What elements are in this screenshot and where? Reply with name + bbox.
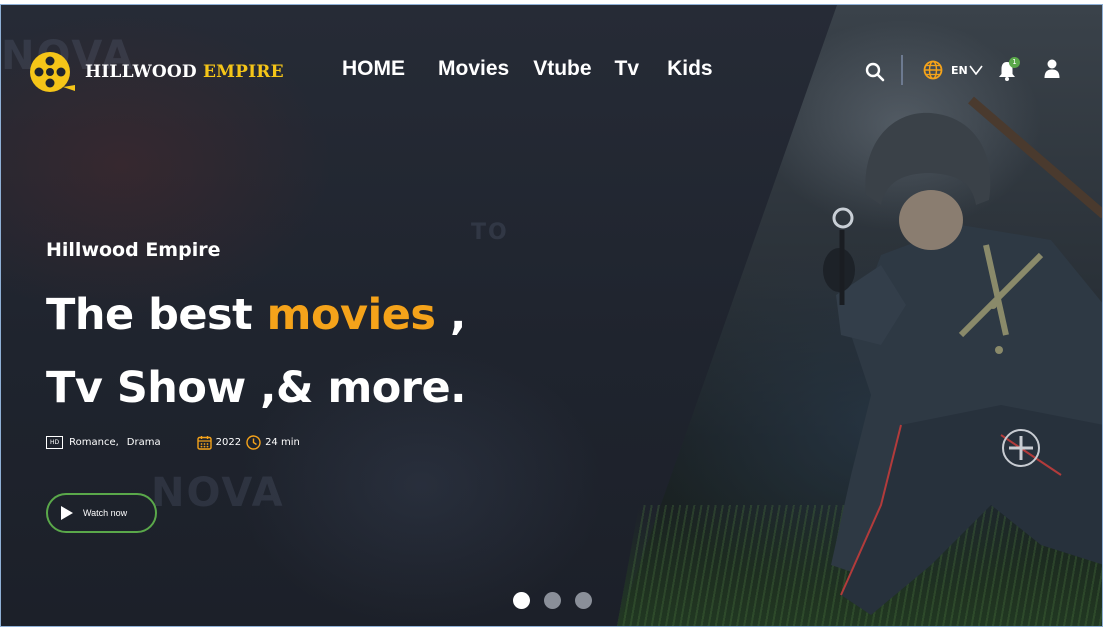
hero-subtitle: Hillwood Empire (46, 239, 221, 261)
header-divider (901, 55, 903, 85)
headline-text: The best (46, 290, 253, 340)
film-reel-icon (30, 52, 75, 92)
carousel-dot-1[interactable] (513, 592, 530, 609)
language-code: EN (951, 63, 968, 77)
headline-punctuation: , (450, 290, 466, 340)
clock-icon (246, 435, 261, 450)
release-year: 2022 (215, 437, 242, 448)
user-icon (1044, 59, 1060, 78)
search-icon (865, 62, 885, 82)
brand-name-part2: EMPIRE (202, 62, 284, 82)
genre-tag: Drama (126, 437, 161, 448)
carousel-indicators (513, 592, 606, 609)
user-account-button[interactable] (1042, 58, 1062, 80)
brand-logo[interactable]: HILLWOOD EMPIRE (29, 51, 284, 93)
watch-now-label: Watch now (83, 508, 128, 518)
notification-count-badge: 1 (1009, 57, 1020, 68)
brand-name: HILLWOOD EMPIRE (85, 62, 284, 82)
carousel-dot-3[interactable] (575, 592, 592, 609)
nav-item-movies[interactable]: Movies (438, 57, 509, 81)
hero-banner: NOVA NOVA TO HILLWOOD EMPIRE HOME Movies… (0, 4, 1103, 627)
nav-item-kids[interactable]: Kids (667, 57, 713, 81)
movie-meta: HD Romance, Drama 2022 24 min (46, 435, 300, 450)
hero-headline-line1: The best movies , (46, 290, 466, 340)
nav-item-vtube[interactable]: Vtube (533, 57, 591, 81)
chevron-down-icon (969, 65, 983, 75)
play-icon (61, 506, 73, 520)
globe-icon (923, 60, 943, 80)
main-nav: HOME Movies Vtube Tv Kids (342, 57, 738, 81)
calendar-icon (196, 435, 212, 450)
carousel-dot-2[interactable] (544, 592, 561, 609)
genre-tag: Romance, (69, 437, 119, 448)
quality-badge: HD (46, 436, 64, 449)
hero-headline-line2: Tv Show ,& more. (46, 363, 467, 413)
language-selector[interactable]: EN (923, 60, 983, 80)
headline-highlight: movies (266, 290, 436, 340)
search-button[interactable] (864, 61, 886, 83)
nav-item-home[interactable]: HOME (342, 57, 405, 81)
duration: 24 min (265, 437, 300, 448)
nav-item-tv[interactable]: Tv (615, 57, 640, 81)
watch-now-button[interactable]: Watch now (46, 493, 157, 533)
brand-name-part1: HILLWOOD (85, 62, 197, 82)
